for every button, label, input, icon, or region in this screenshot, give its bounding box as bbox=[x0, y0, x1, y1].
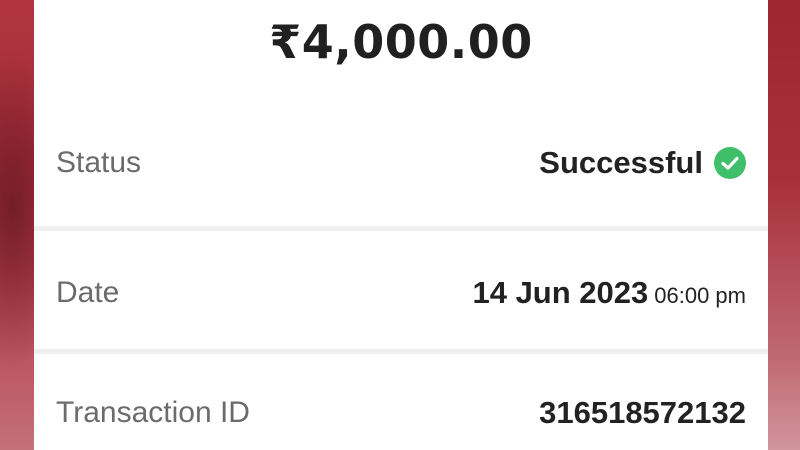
check-circle-icon bbox=[714, 147, 746, 179]
date-row: Date 14 Jun 2023 06:00 pm bbox=[34, 231, 768, 349]
transaction-amount: ₹4,000.00 bbox=[269, 15, 533, 69]
transaction-id-row: Transaction ID 316518572132 bbox=[34, 354, 768, 450]
status-value: Successful bbox=[539, 145, 703, 180]
date-value: 14 Jun 2023 bbox=[472, 275, 649, 310]
amount-section: ₹4,000.00 bbox=[34, 0, 768, 100]
time-value: 06:00 pm bbox=[654, 283, 746, 308]
date-value-group: 14 Jun 2023 06:00 pm bbox=[472, 275, 746, 311]
transaction-id-value[interactable]: 316518572132 bbox=[539, 395, 746, 431]
transaction-details-card: ₹4,000.00 Status Successful Date 14 Jun … bbox=[34, 0, 768, 450]
transaction-id-label: Transaction ID bbox=[56, 396, 250, 429]
date-label: Date bbox=[56, 276, 120, 309]
status-label: Status bbox=[56, 146, 142, 179]
status-value-group: Successful bbox=[539, 145, 746, 181]
status-row: Status Successful bbox=[34, 100, 768, 226]
background-edge bbox=[768, 0, 800, 450]
